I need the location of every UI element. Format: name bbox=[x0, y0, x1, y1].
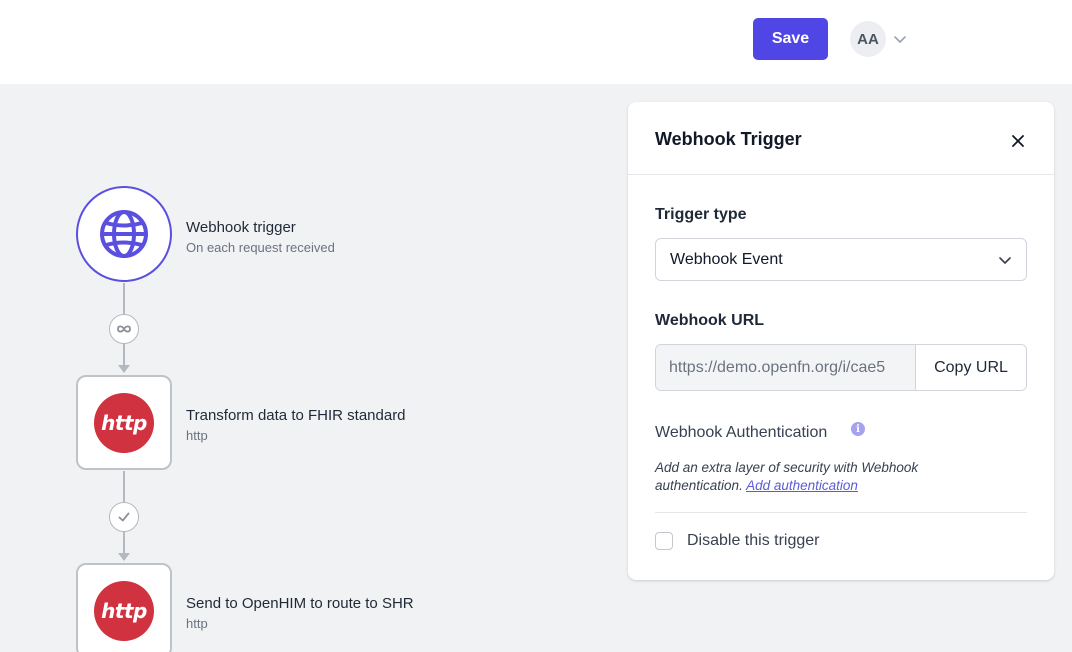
infinity-icon bbox=[117, 325, 131, 333]
edge-line bbox=[123, 283, 125, 314]
edge-badge-on-success[interactable] bbox=[109, 502, 139, 532]
webhook-auth-title: Webhook Authentication bbox=[655, 424, 828, 441]
disable-trigger-label[interactable]: Disable this trigger bbox=[687, 532, 820, 550]
disable-trigger-checkbox[interactable] bbox=[655, 532, 673, 550]
trigger-type-select[interactable]: Webhook Event bbox=[655, 238, 1027, 281]
trigger-type-value: Webhook Event bbox=[670, 251, 783, 268]
trigger-node-title: Webhook trigger bbox=[186, 219, 296, 236]
add-authentication-link[interactable]: Add authentication bbox=[746, 478, 858, 493]
http-adaptor-icon: http bbox=[94, 392, 154, 453]
panel-header: Webhook Trigger bbox=[628, 102, 1054, 175]
trigger-type-label: Trigger type bbox=[655, 206, 747, 223]
job-node-subtitle: http bbox=[186, 616, 208, 631]
panel-title: Webhook Trigger bbox=[655, 129, 802, 149]
edge-line bbox=[123, 471, 125, 502]
divider bbox=[655, 512, 1027, 513]
webhook-url-input[interactable] bbox=[656, 345, 916, 390]
chevron-down-icon bbox=[999, 257, 1011, 264]
http-adaptor-icon: http bbox=[94, 580, 154, 641]
top-bar: Save AA bbox=[0, 0, 1072, 84]
check-icon bbox=[118, 512, 130, 522]
close-icon[interactable] bbox=[1008, 131, 1028, 151]
job-node-title: Send to OpenHIM to route to SHR bbox=[186, 595, 414, 612]
webhook-trigger-panel: Webhook Trigger Trigger type Webhook Eve… bbox=[628, 102, 1054, 580]
edge-line bbox=[123, 532, 125, 554]
webhook-url-group: Copy URL bbox=[655, 344, 1027, 391]
webhook-url-label: Webhook URL bbox=[655, 312, 765, 329]
job-node-title: Transform data to FHIR standard bbox=[186, 407, 406, 424]
save-button[interactable]: Save bbox=[753, 18, 828, 60]
copy-url-button[interactable]: Copy URL bbox=[916, 345, 1026, 390]
chevron-down-icon[interactable] bbox=[892, 31, 908, 47]
arrow-head bbox=[118, 365, 130, 373]
info-icon[interactable]: i bbox=[851, 422, 865, 436]
edge-line bbox=[123, 344, 125, 366]
user-avatar[interactable]: AA bbox=[850, 21, 886, 57]
job-node[interactable]: http bbox=[76, 375, 172, 470]
arrow-head bbox=[118, 553, 130, 561]
edge-badge-always[interactable] bbox=[109, 314, 139, 344]
globe-icon bbox=[100, 210, 148, 258]
job-node[interactable]: http bbox=[76, 563, 172, 652]
trigger-node-subtitle: On each request received bbox=[186, 240, 335, 255]
job-node-subtitle: http bbox=[186, 428, 208, 443]
webhook-auth-description: Add an extra layer of security with Webh… bbox=[655, 459, 955, 495]
trigger-node[interactable] bbox=[76, 186, 172, 282]
